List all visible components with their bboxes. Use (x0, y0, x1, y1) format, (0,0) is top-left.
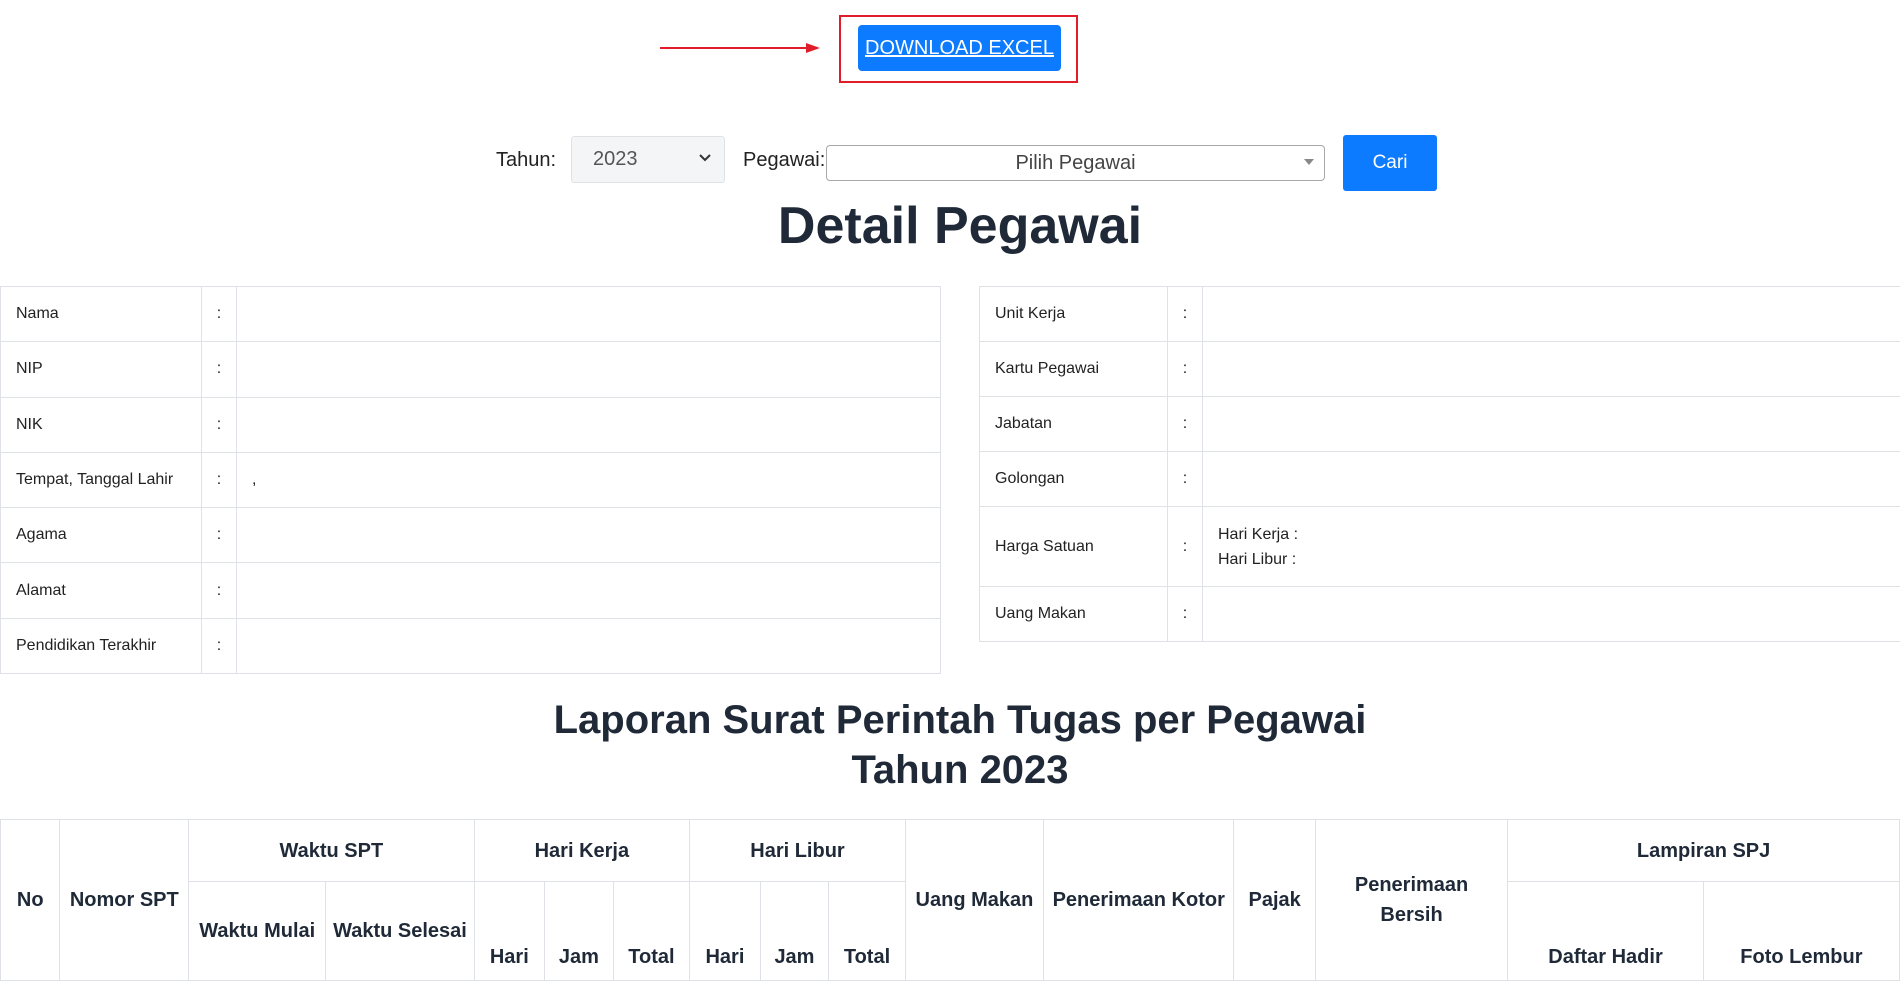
detail-label: Kartu Pegawai (980, 342, 1168, 397)
detail-label: Uang Makan (980, 587, 1168, 642)
header-waktu-mulai: Waktu Mulai (189, 882, 326, 981)
detail-label: Alamat (1, 563, 202, 618)
detail-row-nama: Nama : (1, 287, 941, 342)
detail-label: NIK (1, 397, 202, 452)
header-hari-kerja-jam: Jam (545, 882, 614, 981)
header-hari-libur-hari: Hari (690, 882, 761, 981)
report-title-line1: Laporan Surat Perintah Tugas per Pegawai (554, 698, 1367, 742)
detail-row-unit-kerja: Unit Kerja : (980, 287, 1900, 342)
detail-colon: : (202, 452, 237, 507)
detail-row-nip: NIP : (1, 342, 941, 397)
detail-row-harga-satuan: Harga Satuan : Hari Kerja : Hari Libur : (980, 507, 1900, 587)
report-table: No Nomor SPT Waktu SPT Hari Kerja Hari L… (0, 819, 1900, 981)
detail-value (237, 287, 941, 342)
detail-label: Unit Kerja (980, 287, 1168, 342)
pegawai-placeholder: Pilih Pegawai (1015, 152, 1135, 175)
detail-row-nik: NIK : (1, 397, 941, 452)
header-penerimaan-bersih: Penerimaan Bersih (1315, 820, 1507, 981)
download-excel-button[interactable]: DOWNLOAD EXCEL (858, 25, 1061, 71)
detail-colon: : (202, 618, 237, 673)
detail-colon: : (1168, 452, 1203, 507)
detail-colon: : (202, 287, 237, 342)
header-no: No (1, 820, 60, 981)
detail-value (237, 618, 941, 673)
detail-row-alamat: Alamat : (1, 563, 941, 618)
detail-value (1203, 287, 1900, 342)
detail-colon: : (1168, 397, 1203, 452)
chevron-down-icon (698, 151, 712, 165)
detail-row-agama: Agama : (1, 508, 941, 563)
pegawai-label: Pegawai: (743, 149, 825, 172)
header-pajak: Pajak (1234, 820, 1316, 981)
tahun-select[interactable]: 2023 (571, 136, 725, 183)
detail-table-left: Nama : NIP : NIK : Tempat, Tanggal Lahir… (0, 286, 941, 674)
detail-colon: : (202, 397, 237, 452)
tahun-selected-value: 2023 (593, 148, 638, 171)
detail-label: Jabatan (980, 397, 1168, 452)
detail-colon: : (1168, 342, 1203, 397)
detail-colon: : (202, 342, 237, 397)
detail-label: Nama (1, 287, 202, 342)
pegawai-select[interactable]: Pilih Pegawai (826, 145, 1325, 181)
detail-row-uang-makan: Uang Makan : (980, 587, 1900, 642)
harga-hari-kerja: Hari Kerja : (1218, 522, 1900, 547)
detail-label: NIP (1, 342, 202, 397)
detail-row-golongan: Golongan : (980, 452, 1900, 507)
cari-button[interactable]: Cari (1343, 135, 1437, 191)
header-hari-kerja-total: Total (613, 882, 690, 981)
detail-row-pendidikan: Pendidikan Terakhir : (1, 618, 941, 673)
detail-label: Agama (1, 508, 202, 563)
header-foto-lembur: Foto Lembur (1703, 882, 1899, 981)
detail-label: Tempat, Tanggal Lahir (1, 452, 202, 507)
detail-colon: : (202, 563, 237, 618)
report-title: Laporan Surat Perintah Tugas per Pegawai… (0, 695, 1900, 795)
header-daftar-hadir: Daftar Hadir (1508, 882, 1704, 981)
detail-row-kartu-pegawai: Kartu Pegawai : (980, 342, 1900, 397)
detail-row-ttl: Tempat, Tanggal Lahir : , (1, 452, 941, 507)
header-hari-libur: Hari Libur (690, 820, 906, 882)
detail-colon: : (1168, 507, 1203, 587)
dropdown-caret-icon (1304, 159, 1314, 165)
detail-label: Golongan (980, 452, 1168, 507)
header-uang-makan: Uang Makan (905, 820, 1043, 981)
header-lampiran-spj: Lampiran SPJ (1508, 820, 1900, 882)
report-title-line2: Tahun 2023 (851, 748, 1068, 792)
harga-hari-libur: Hari Libur : (1218, 547, 1900, 572)
header-penerimaan-kotor: Penerimaan Kotor (1044, 820, 1234, 981)
header-waktu-spt: Waktu SPT (189, 820, 474, 882)
header-hari-kerja-hari: Hari (474, 882, 545, 981)
detail-label: Pendidikan Terakhir (1, 618, 202, 673)
detail-value (237, 563, 941, 618)
detail-label: Harga Satuan (980, 507, 1168, 587)
detail-value (237, 342, 941, 397)
header-nomor-spt: Nomor SPT (60, 820, 189, 981)
detail-row-jabatan: Jabatan : (980, 397, 1900, 452)
detail-value: , (237, 452, 941, 507)
detail-value (237, 508, 941, 563)
detail-value (237, 397, 941, 452)
detail-value (1203, 342, 1900, 397)
header-hari-kerja: Hari Kerja (474, 820, 690, 882)
header-waktu-selesai: Waktu Selesai (326, 882, 474, 981)
detail-value (1203, 452, 1900, 507)
detail-value: Hari Kerja : Hari Libur : (1203, 507, 1900, 587)
detail-colon: : (202, 508, 237, 563)
detail-value (1203, 397, 1900, 452)
detail-value (1203, 587, 1900, 642)
tahun-label: Tahun: (496, 149, 556, 172)
header-hari-libur-total: Total (829, 882, 906, 981)
report-header-row-1: No Nomor SPT Waktu SPT Hari Kerja Hari L… (1, 820, 1900, 882)
annotation-arrow-icon (660, 42, 820, 54)
detail-colon: : (1168, 587, 1203, 642)
page-title: Detail Pegawai (0, 196, 1900, 256)
detail-table-right: Unit Kerja : Kartu Pegawai : Jabatan : G… (979, 286, 1900, 642)
detail-colon: : (1168, 287, 1203, 342)
header-hari-libur-jam: Jam (760, 882, 829, 981)
